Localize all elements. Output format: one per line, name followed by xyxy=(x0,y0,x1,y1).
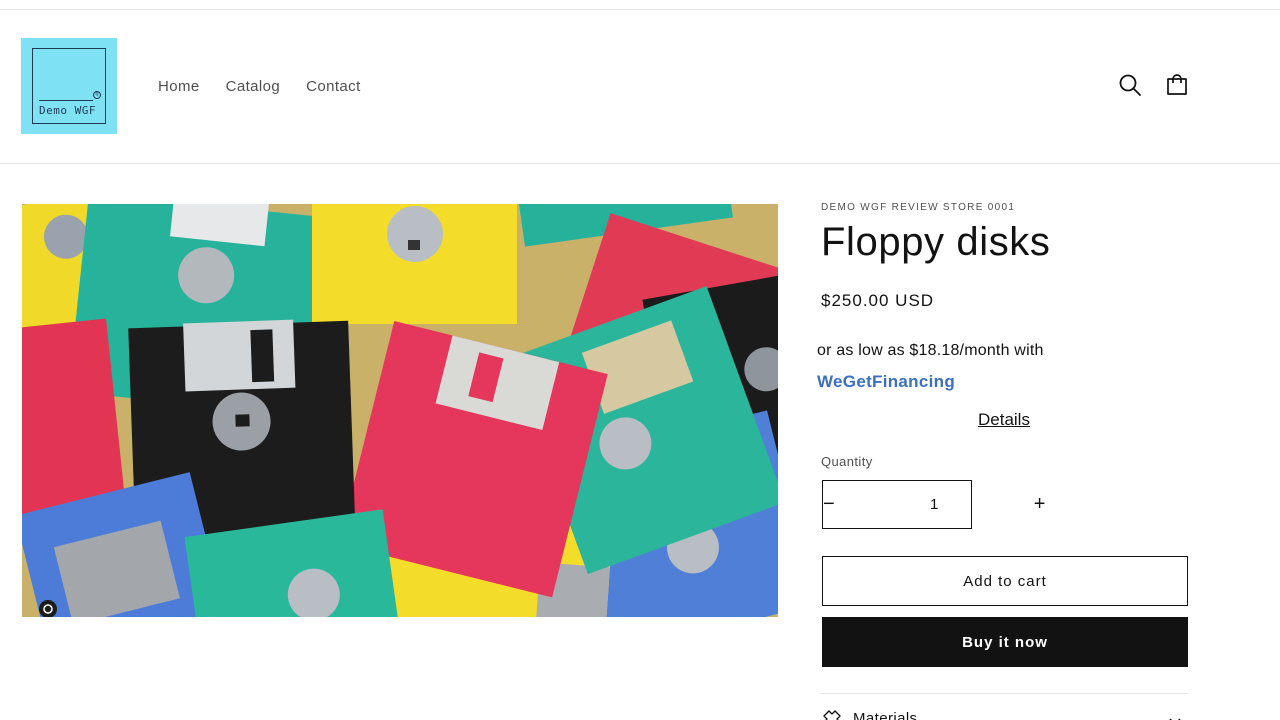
chevron-down-icon xyxy=(1169,718,1181,720)
quantity-stepper: − + xyxy=(822,480,1045,529)
logo-frame: ® Demo WGF xyxy=(32,48,106,124)
accordion-divider xyxy=(821,693,1188,694)
add-to-cart-button[interactable]: Add to cart xyxy=(822,556,1188,606)
nav-home[interactable]: Home xyxy=(145,75,213,98)
cart-icon xyxy=(1167,74,1187,95)
cart-button[interactable] xyxy=(1164,72,1190,98)
quantity-increase-button[interactable]: + xyxy=(1034,481,1046,528)
quantity-label: Quantity xyxy=(821,454,873,469)
nav-catalog[interactable]: Catalog xyxy=(213,75,294,98)
nav-contact[interactable]: Contact xyxy=(293,75,374,98)
search-icon xyxy=(1119,74,1141,96)
logo-rule xyxy=(39,100,93,101)
materials-accordion[interactable]: Materials xyxy=(821,708,1188,720)
registered-mark-icon: ® xyxy=(93,91,101,99)
zoom-icon xyxy=(39,600,57,617)
buy-it-now-button[interactable]: Buy it now xyxy=(822,617,1188,667)
financing-brand-link[interactable]: WeGetFinancing xyxy=(817,372,955,392)
financing-text: or as low as $18.18/month with xyxy=(817,342,1044,359)
product-vendor: DEMO WGF REVIEW STORE 0001 xyxy=(821,202,1016,213)
product-image[interactable] xyxy=(22,204,778,617)
quantity-decrease-button[interactable]: − xyxy=(823,481,835,528)
product-price: $250.00 USD xyxy=(821,291,935,310)
materials-label: Materials xyxy=(853,710,918,720)
zoom-button[interactable] xyxy=(36,595,60,617)
main-nav: Home Catalog Contact xyxy=(145,75,374,98)
floppy-disks-photo xyxy=(22,204,778,617)
store-logo[interactable]: ® Demo WGF xyxy=(21,38,117,134)
site-header: ® Demo WGF Home Catalog Contact xyxy=(0,10,1280,164)
search-button[interactable] xyxy=(1117,72,1143,98)
financing-details-link[interactable]: Details xyxy=(978,410,1030,430)
quantity-input[interactable] xyxy=(834,481,1034,528)
product-title: Floppy disks xyxy=(821,220,1051,264)
logo-text: Demo WGF xyxy=(39,104,96,117)
fabric-icon xyxy=(823,710,841,720)
